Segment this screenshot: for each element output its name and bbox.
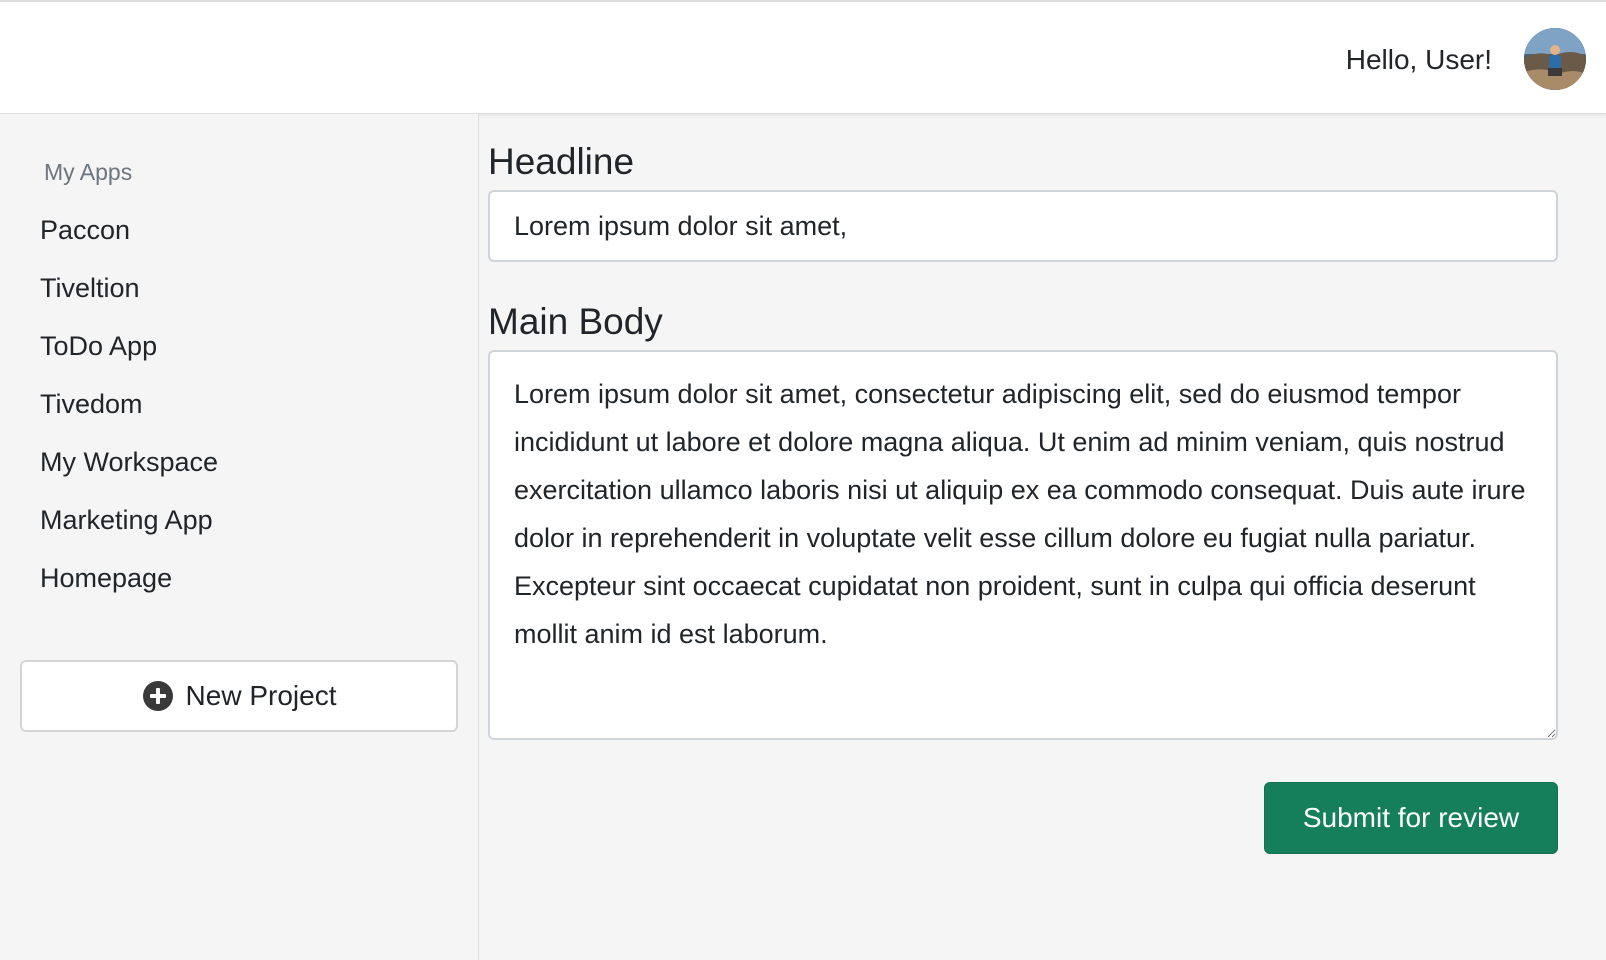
main-body-label: Main Body xyxy=(488,301,663,342)
user-avatar[interactable] xyxy=(1524,28,1586,90)
sidebar-heading: My Apps xyxy=(44,159,133,185)
sidebar-item-homepage[interactable]: Homepage xyxy=(40,558,218,616)
sidebar-item-todo-app[interactable]: ToDo App xyxy=(40,326,218,384)
sidebar-item-my-workspace[interactable]: My Workspace xyxy=(40,442,218,500)
sidebar-item-marketing-app[interactable]: Marketing App xyxy=(40,500,218,558)
submit-for-review-button[interactable]: Submit for review xyxy=(1264,782,1558,854)
sidebar: My Apps Paccon Tiveltion ToDo App Tivedo… xyxy=(0,114,479,960)
plus-circle-icon xyxy=(142,680,174,712)
top-bar: Hello, User! xyxy=(0,0,1606,114)
sidebar-item-tivedom[interactable]: Tivedom xyxy=(40,384,218,442)
new-project-button[interactable]: New Project xyxy=(20,660,458,732)
sidebar-item-paccon[interactable]: Paccon xyxy=(40,210,218,268)
headline-input[interactable] xyxy=(488,190,1558,262)
headline-label: Headline xyxy=(488,141,635,182)
app-list: Paccon Tiveltion ToDo App Tivedom My Wor… xyxy=(40,210,218,616)
new-project-label: New Project xyxy=(185,680,337,711)
sidebar-item-tiveltion[interactable]: Tiveltion xyxy=(40,268,218,326)
main-content: Headline Main Body Lorem ipsum dolor sit… xyxy=(488,114,1588,960)
avatar-photo-icon xyxy=(1524,28,1586,90)
main-body-textarea[interactable]: Lorem ipsum dolor sit amet, consectetur … xyxy=(488,350,1558,740)
user-greeting: Hello, User! xyxy=(1345,44,1492,75)
